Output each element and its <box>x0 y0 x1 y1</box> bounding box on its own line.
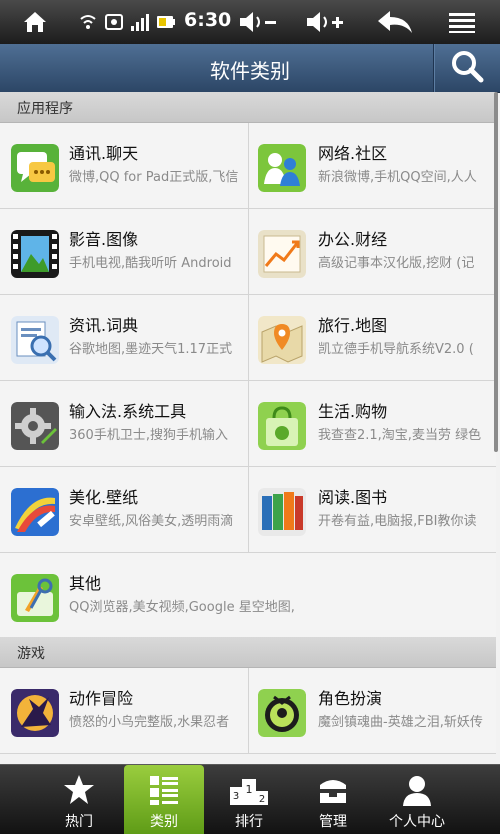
category-name: 阅读.图书 <box>318 488 388 507</box>
category-name: 角色扮演 <box>318 689 383 708</box>
clock: 6:30 <box>184 9 232 31</box>
title-bar: 软件类别 <box>0 44 500 93</box>
category-name: 美化.壁纸 <box>69 488 139 507</box>
bottom-nav: 热门 类别 13 2 排行 管理 个人中心 <box>0 764 500 834</box>
home-icon[interactable] <box>20 6 50 38</box>
category-name: 网络.社区 <box>318 144 388 163</box>
chat-icon <box>11 144 59 192</box>
dictionary-search-icon <box>11 316 59 364</box>
category-desc: 愤怒的小鸟完整版,水果忍者 <box>69 715 230 730</box>
category-desc: 新浪微博,手机QQ空间,人人 <box>318 170 477 185</box>
action-hero-icon <box>11 689 59 737</box>
category-desc: 安卓壁纸,风俗美女,透明雨滴 <box>69 514 234 529</box>
category-life-shopping[interactable]: 生活.购物 我查查2.1,淘宝,麦当劳 绿色 <box>249 381 496 467</box>
nav-label: 排行 <box>235 814 263 830</box>
section-header-apps: 应用程序 <box>0 92 496 123</box>
category-communication[interactable]: 通讯.聊天 微博,QQ for Pad正式版,飞信 <box>0 123 249 209</box>
category-name: 办公.财经 <box>318 230 388 249</box>
svg-text:1: 1 <box>246 783 253 796</box>
category-desc: 开卷有益,电脑报,FBI教你读 <box>318 514 477 529</box>
category-name: 影音.图像 <box>69 230 139 249</box>
category-name: 其他 <box>69 574 102 593</box>
search-button[interactable] <box>433 44 500 92</box>
status-bar: 6:30 <box>0 0 500 44</box>
category-office-finance[interactable]: 办公.财经 高级记事本汉化版,挖财 (记 <box>249 209 496 295</box>
wifi-icon <box>78 6 98 38</box>
signal-icon <box>129 6 151 38</box>
category-name: 动作冒险 <box>69 689 134 708</box>
category-desc: 魔剑镇魂曲-英雄之泪,斩妖传 <box>318 715 483 730</box>
books-icon <box>258 488 306 536</box>
category-other[interactable]: 其他 QQ浏览器,美女视频,Google 星空地图, <box>0 553 496 639</box>
category-desc: 微博,QQ for Pad正式版,飞信 <box>69 170 239 185</box>
category-action-adventure[interactable]: 动作冒险 愤怒的小鸟完整版,水果忍者 <box>0 668 249 754</box>
manage-box-icon <box>293 772 373 808</box>
svg-text:3: 3 <box>233 791 239 802</box>
category-desc: 凯立德手机导航系统V2.0 ( <box>318 342 474 357</box>
category-network-social[interactable]: 网络.社区 新浪微博,手机QQ空间,人人 <box>249 123 496 209</box>
battery-icon <box>155 6 177 38</box>
back-icon[interactable] <box>374 6 416 38</box>
monster-icon <box>258 689 306 737</box>
ranking-podium-icon: 13 2 <box>209 772 289 808</box>
page-title: 软件类别 <box>210 59 290 83</box>
category-theme-wallpaper[interactable]: 美化.壁纸 安卓壁纸,风俗美女,透明雨滴 <box>0 467 249 553</box>
scrollbar[interactable] <box>494 92 498 452</box>
shopping-bag-icon <box>258 402 306 450</box>
map-pin-icon <box>258 316 306 364</box>
chart-icon <box>258 230 306 278</box>
category-name: 输入法.系统工具 <box>69 402 187 421</box>
gear-icon <box>11 402 59 450</box>
category-desc: 手机电视,酷我听听 Android <box>69 256 232 271</box>
nav-profile[interactable]: 个人中心 <box>377 765 457 834</box>
paintbrush-icon <box>11 488 59 536</box>
category-desc: QQ浏览器,美女视频,Google 星空地图, <box>69 600 295 615</box>
category-travel-map[interactable]: 旅行.地图 凯立德手机导航系统V2.0 ( <box>249 295 496 381</box>
category-desc: 我查查2.1,淘宝,麦当劳 绿色 <box>318 428 482 443</box>
category-desc: 谷歌地图,墨迹天气1.17正式 <box>69 342 233 357</box>
category-input-tools[interactable]: 输入法.系统工具 360手机卫士,搜狗手机输入 <box>0 381 249 467</box>
nav-manage[interactable]: 管理 <box>293 765 373 834</box>
category-name: 资讯.词典 <box>69 316 139 335</box>
category-media[interactable]: 影音.图像 手机电视,酷我听听 Android <box>0 209 249 295</box>
volume-up-icon[interactable] <box>303 6 347 38</box>
category-role-playing[interactable]: 角色扮演 魔剑镇魂曲-英雄之泪,斩妖传 <box>249 668 496 754</box>
category-desc: 360手机卫士,搜狗手机输入 <box>69 428 228 443</box>
search-icon <box>450 49 484 87</box>
nav-label: 热门 <box>65 814 93 830</box>
category-name: 旅行.地图 <box>318 316 388 335</box>
nav-category[interactable]: 类别 <box>124 765 204 834</box>
menu-icon[interactable] <box>444 6 480 38</box>
user-icon <box>377 772 457 808</box>
nav-label: 个人中心 <box>389 814 445 830</box>
category-desc: 高级记事本汉化版,挖财 (记 <box>318 256 475 271</box>
section-label: 应用程序 <box>17 101 73 117</box>
category-reading-books[interactable]: 阅读.图书 开卷有益,电脑报,FBI教你读 <box>249 467 496 553</box>
section-label: 游戏 <box>17 646 45 662</box>
sync-icon <box>103 6 125 38</box>
category-name: 生活.购物 <box>318 402 388 421</box>
volume-down-icon[interactable] <box>236 6 280 38</box>
nav-ranking[interactable]: 13 2 排行 <box>209 765 289 834</box>
star-icon <box>39 772 119 808</box>
category-list-icon <box>124 772 204 808</box>
nav-label: 类别 <box>150 814 178 830</box>
nav-hot[interactable]: 热门 <box>39 765 119 834</box>
svg-text:2: 2 <box>259 794 265 805</box>
nav-label: 管理 <box>319 814 347 830</box>
category-news-dictionary[interactable]: 资讯.词典 谷歌地图,墨迹天气1.17正式 <box>0 295 249 381</box>
category-name: 通讯.聊天 <box>69 144 139 163</box>
tools-icon <box>11 574 59 622</box>
people-icon <box>258 144 306 192</box>
section-header-games: 游戏 <box>0 637 496 668</box>
film-icon <box>11 230 59 278</box>
